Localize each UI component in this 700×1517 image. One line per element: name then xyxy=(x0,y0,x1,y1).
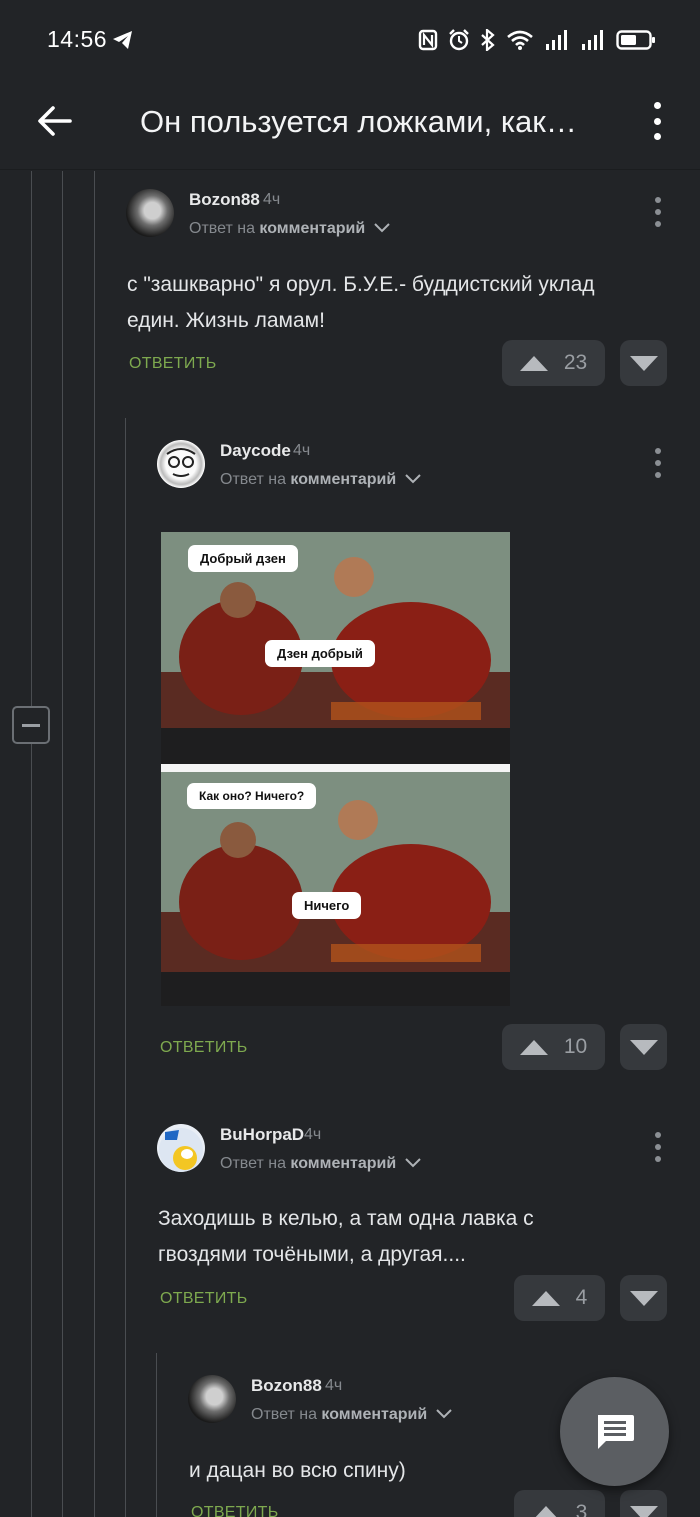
upvote-arrow-icon xyxy=(531,1290,560,1306)
downvote-arrow-icon xyxy=(629,355,658,371)
vote-count: 10 xyxy=(563,1035,588,1058)
nfc-icon xyxy=(418,29,438,51)
downvote-button[interactable] xyxy=(620,340,667,386)
comment-username[interactable]: Daycode xyxy=(220,441,291,461)
avatar-image-icon xyxy=(159,1128,203,1172)
meme-bubble: Дзен добрый xyxy=(265,640,375,667)
upvote-arrow-icon xyxy=(531,1505,560,1517)
meme-bubble: Добрый дзен xyxy=(188,545,298,572)
upvote-button[interactable]: 4 xyxy=(514,1275,605,1321)
page-title: Он пользуется ложками, как… xyxy=(140,104,577,139)
comment-time: 4ч xyxy=(304,1126,322,1143)
comment-username[interactable]: Bozon88 xyxy=(251,1376,322,1396)
upvote-button[interactable]: 3 xyxy=(514,1490,605,1517)
battery-icon xyxy=(616,30,655,50)
downvote-arrow-icon xyxy=(629,1505,658,1517)
comment-time: 4ч xyxy=(325,1377,343,1394)
status-icons xyxy=(418,26,656,54)
avatar[interactable] xyxy=(188,1375,236,1423)
reply-button[interactable]: ОТВЕТИТЬ xyxy=(129,355,217,373)
upvote-arrow-icon xyxy=(519,1039,548,1055)
thread-line-4[interactable] xyxy=(125,418,126,1517)
reply-to-link[interactable]: Ответ на комментарий xyxy=(251,1406,452,1424)
downvote-arrow-icon xyxy=(629,1039,658,1055)
more-options-icon[interactable] xyxy=(645,102,669,140)
reply-to-target: комментарий xyxy=(321,1406,428,1423)
collapse-thread-button[interactable] xyxy=(12,706,50,744)
thread-line-2[interactable] xyxy=(62,171,63,1517)
status-time: 14:56 xyxy=(47,26,108,52)
downvote-arrow-icon xyxy=(629,1290,658,1306)
thread-line-5[interactable] xyxy=(156,1353,157,1517)
reply-to-target: комментарий xyxy=(259,220,366,237)
reply-to-target: комментарий xyxy=(290,471,397,488)
chevron-down-icon xyxy=(435,1409,452,1419)
signal-icon-1 xyxy=(546,30,567,50)
avatar[interactable] xyxy=(157,1124,205,1172)
reply-button[interactable]: ОТВЕТИТЬ xyxy=(191,1504,279,1517)
reply-to-link[interactable]: Ответ на комментарий xyxy=(220,1155,421,1173)
comment-text: и дацан во всю спину) xyxy=(189,1459,406,1482)
chevron-down-icon xyxy=(404,474,421,484)
downvote-button[interactable] xyxy=(620,1024,667,1070)
reply-to-link[interactable]: Ответ на комментарий xyxy=(189,220,390,238)
comment-text: с "зашкварно" я орул. Б.У.Е.- буддистски… xyxy=(127,273,595,332)
chevron-down-icon xyxy=(404,1158,421,1168)
chevron-down-icon xyxy=(373,223,390,233)
reply-to-link[interactable]: Ответ на комментарий xyxy=(220,471,421,489)
vote-count: 4 xyxy=(575,1286,588,1309)
reply-button[interactable]: ОТВЕТИТЬ xyxy=(160,1039,248,1057)
comment-more-icon[interactable] xyxy=(653,197,663,227)
back-arrow-icon[interactable] xyxy=(34,100,76,142)
reply-to-prefix: Ответ на xyxy=(251,1406,317,1423)
write-comment-fab[interactable] xyxy=(560,1377,669,1486)
upvote-button[interactable]: 23 xyxy=(502,340,605,386)
reply-to-prefix: Ответ на xyxy=(189,220,255,237)
comment-time: 4ч xyxy=(293,442,311,459)
thread-line-3[interactable] xyxy=(94,171,95,1517)
meme-bubble: Как оно? Ничего? xyxy=(187,783,317,809)
reply-to-prefix: Ответ на xyxy=(220,471,286,488)
comment-image[interactable]: Добрый дзен Дзен добрый Как оно? Ничего?… xyxy=(161,532,510,1006)
signal-icon-2 xyxy=(582,30,603,50)
reply-to-target: комментарий xyxy=(290,1155,397,1172)
reply-button[interactable]: ОТВЕТИТЬ xyxy=(160,1290,248,1308)
meme-divider xyxy=(161,764,510,772)
telegram-icon xyxy=(113,31,132,49)
avatar[interactable] xyxy=(157,440,205,488)
meme-bubble: Ничего xyxy=(292,892,362,919)
wifi-icon xyxy=(507,30,533,50)
bluetooth-icon xyxy=(481,29,495,51)
upvote-button[interactable]: 10 xyxy=(502,1024,605,1070)
downvote-button[interactable] xyxy=(620,1275,667,1321)
comment-username[interactable]: Bozon88 xyxy=(189,190,260,210)
reply-to-prefix: Ответ на xyxy=(220,1155,286,1172)
upvote-arrow-icon xyxy=(519,355,548,371)
comment-time: 4ч xyxy=(263,191,281,208)
avatar[interactable] xyxy=(126,189,174,237)
comment-icon xyxy=(597,1414,634,1449)
downvote-button[interactable] xyxy=(620,1490,667,1517)
thread-line-1[interactable] xyxy=(31,171,32,706)
thread-line-1b[interactable] xyxy=(31,744,32,1517)
vote-count: 23 xyxy=(563,351,588,374)
alarm-icon xyxy=(449,29,469,51)
comment-more-icon[interactable] xyxy=(653,448,663,478)
avatar-image-icon xyxy=(166,448,196,477)
vote-count: 3 xyxy=(575,1501,588,1517)
comment-more-icon[interactable] xyxy=(653,1132,663,1162)
comment-text: Заходишь в келью, а там одна лавка с гво… xyxy=(158,1207,534,1266)
comment-username[interactable]: BuHorpaD xyxy=(220,1125,304,1145)
